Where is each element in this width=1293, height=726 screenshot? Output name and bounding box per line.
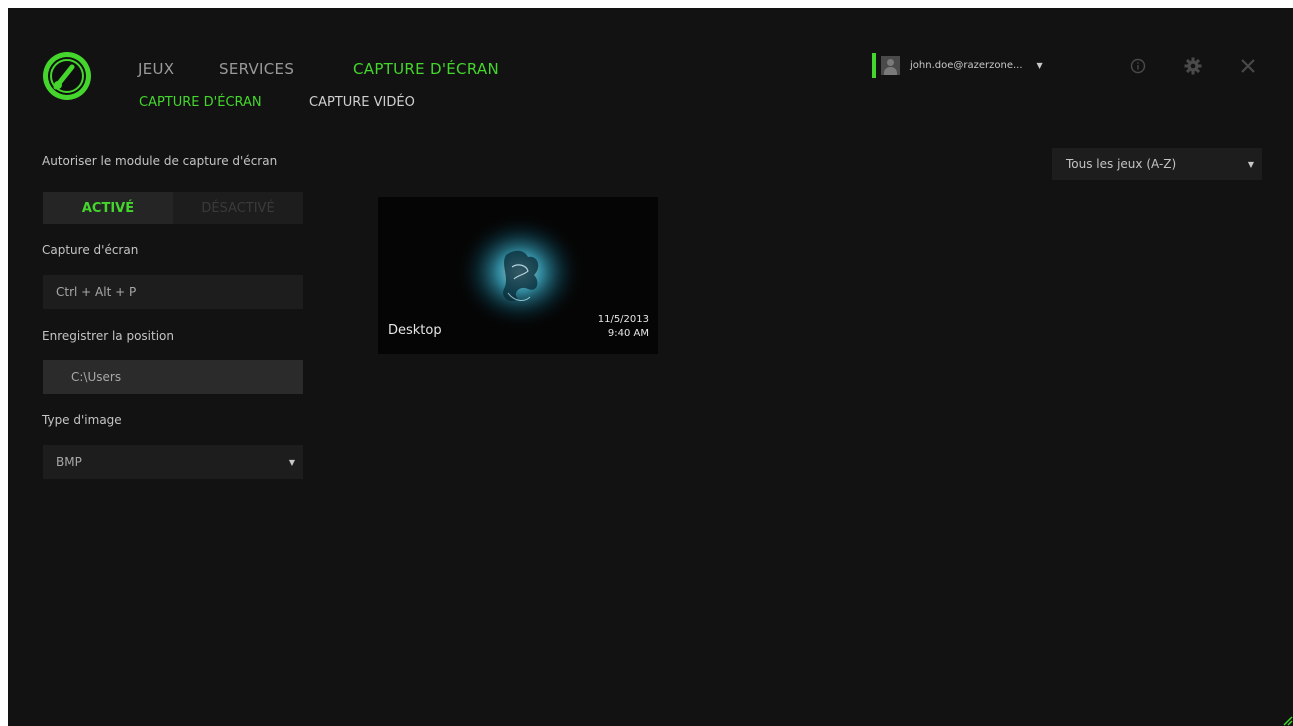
chevron-down-icon: ▼: [1247, 159, 1254, 169]
user-avatar-icon: [881, 56, 900, 75]
save-location-input[interactable]: C:\Users: [43, 360, 303, 394]
user-account-dropdown[interactable]: john.doe@razerzone... ▼: [872, 53, 1084, 78]
subnav-tab-screenshot[interactable]: CAPTURE D'ÉCRAN: [139, 95, 262, 110]
user-status-bar: [872, 53, 876, 78]
screenshot-title: Desktop: [388, 323, 442, 338]
resize-corner-icon[interactable]: [1279, 712, 1293, 726]
game-sort-select[interactable]: Tous les jeux (A-Z) ▼: [1052, 148, 1262, 180]
user-name: john.doe@razerzone...: [910, 60, 1023, 71]
toggle-disabled-button[interactable]: DÉSACTIVÉ: [173, 192, 303, 224]
screenshot-thumbnail[interactable]: Desktop 11/5/2013 9:40 AM: [378, 197, 658, 354]
gear-icon[interactable]: [1183, 56, 1203, 76]
close-icon[interactable]: [1238, 56, 1258, 76]
screenshot-time: 9:40 AM: [607, 328, 649, 339]
chevron-down-icon: ▼: [288, 457, 295, 467]
info-icon[interactable]: [1128, 56, 1148, 76]
image-type-select[interactable]: BMP ▼: [43, 445, 303, 479]
nav-tab-games[interactable]: JEUX: [138, 60, 174, 78]
subnav-tab-video-capture[interactable]: CAPTURE VIDÉO: [309, 95, 415, 110]
app-window: JEUX SERVICES CAPTURE D'ÉCRAN CAPTURE D'…: [8, 8, 1293, 726]
capture-toggle: ACTIVÉ DÉSACTIVÉ: [43, 192, 303, 224]
hotkey-input[interactable]: Ctrl + Alt + P: [43, 275, 303, 309]
image-type-value: BMP: [56, 455, 82, 469]
toggle-enabled-button[interactable]: ACTIVÉ: [43, 192, 173, 224]
image-type-label: Type d'image: [42, 413, 122, 427]
hotkey-value: Ctrl + Alt + P: [56, 285, 137, 299]
game-sort-value: Tous les jeux (A-Z): [1066, 157, 1177, 171]
nav-tab-services[interactable]: SERVICES: [219, 60, 294, 78]
enable-capture-label: Autoriser le module de capture d'écran: [42, 154, 278, 168]
save-location-label: Enregistrer la position: [42, 329, 174, 343]
game-booster-logo-icon[interactable]: [41, 50, 93, 102]
screenshot-date: 11/5/2013: [597, 314, 649, 325]
save-location-value: C:\Users: [71, 370, 122, 384]
chevron-down-icon: ▼: [1036, 61, 1043, 70]
nav-tab-screenshot[interactable]: CAPTURE D'ÉCRAN: [353, 60, 499, 78]
hotkey-label: Capture d'écran: [42, 243, 139, 257]
